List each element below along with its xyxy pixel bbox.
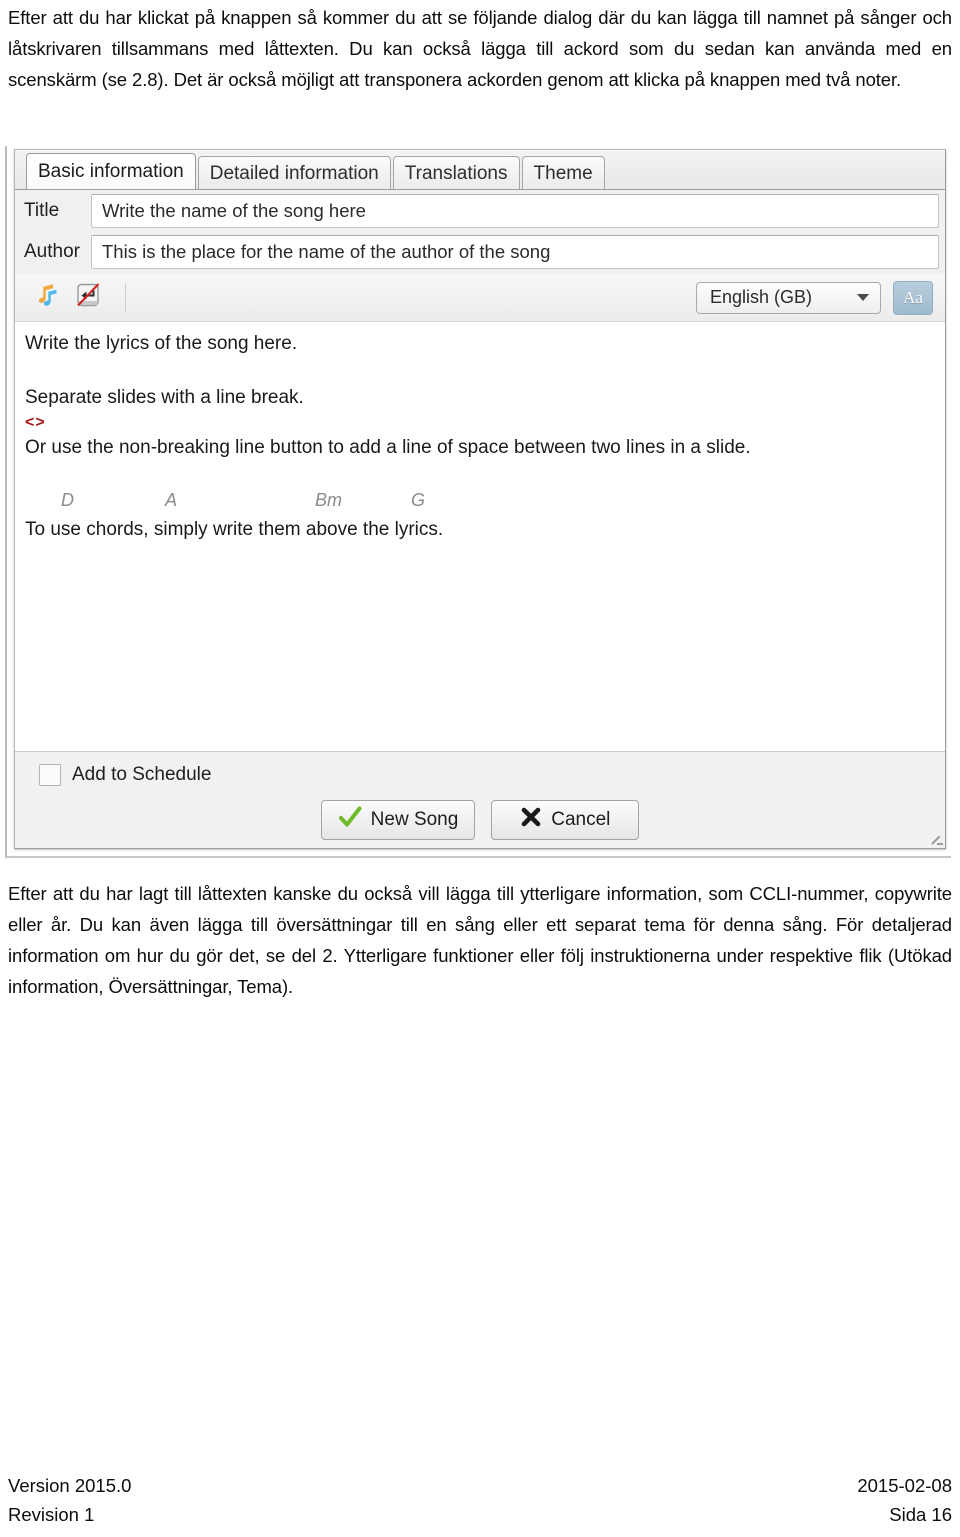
- lyrics-line-4: To use chords, simply write them above t…: [25, 519, 444, 540]
- intro-paragraph: Efter att du har klickat på knappen så k…: [8, 7, 952, 90]
- footer-date: 2015-02-08: [857, 1475, 952, 1496]
- cancel-button[interactable]: Cancel: [491, 800, 640, 840]
- add-to-schedule-row[interactable]: Add to Schedule: [39, 764, 211, 786]
- song-dialog-figure: Basic information Detailed information T…: [5, 146, 951, 858]
- lyrics-line-1: Write the lyrics of the song here.: [25, 333, 298, 354]
- new-song-dialog: Basic information Detailed information T…: [14, 149, 946, 849]
- footer-version: Version 2015.0: [8, 1475, 132, 1496]
- black-cross-icon: [520, 806, 542, 834]
- lyrics-line-3: Or use the non-breaking line button to a…: [25, 437, 751, 458]
- lyrics-toolbar: English (GB) Aa: [15, 274, 945, 322]
- music-notes-icon: [32, 281, 60, 314]
- author-field-row: Author This is the place for the name of…: [15, 233, 945, 271]
- page-footer: Version 2015.0 2015-02-08 Revision 1 Sid…: [8, 1471, 952, 1529]
- title-input[interactable]: Write the name of the song here: [91, 194, 939, 228]
- dialog-footer: Add to Schedule New Song Cancel: [15, 752, 945, 848]
- chord-bm: Bm: [315, 490, 342, 510]
- lyrics-blank-line-2: [25, 462, 935, 488]
- title-field-row: Title Write the name of the song here: [15, 192, 945, 230]
- tab-theme[interactable]: Theme: [521, 156, 605, 189]
- lyrics-blank-line: [25, 358, 935, 384]
- footer-page: Sida 16: [889, 1504, 952, 1525]
- add-to-schedule-checkbox[interactable]: [39, 764, 61, 786]
- add-to-schedule-label: Add to Schedule: [72, 764, 212, 785]
- chord-g: G: [411, 490, 426, 510]
- spellcheck-button[interactable]: Aa: [893, 280, 933, 315]
- language-select[interactable]: English (GB): [696, 281, 881, 314]
- title-label: Title: [24, 200, 60, 221]
- new-song-label: New Song: [370, 809, 459, 830]
- slide-break-marker: <>: [25, 414, 46, 431]
- language-value: English (GB): [710, 287, 813, 307]
- tab-detailed-information[interactable]: Detailed information: [197, 156, 391, 189]
- chord-line: D A Bm G: [25, 488, 935, 516]
- footer-row-revision: Revision 1 Sida 16: [8, 1500, 952, 1529]
- footer-row-version: Version 2015.0 2015-02-08: [8, 1471, 952, 1500]
- non-breaking-line-button[interactable]: [67, 278, 109, 318]
- chord-a: A: [165, 490, 178, 510]
- dialog-tabbar: Basic information Detailed information T…: [15, 150, 945, 190]
- new-song-button[interactable]: New Song: [320, 800, 476, 840]
- non-breaking-line-icon: [73, 280, 103, 315]
- green-check-icon: [338, 805, 362, 835]
- footer-revision: Revision 1: [8, 1504, 95, 1525]
- toolbar-separator: [125, 282, 126, 313]
- author-input[interactable]: This is the place for the name of the au…: [91, 235, 939, 269]
- transpose-button[interactable]: [25, 278, 67, 318]
- cancel-label: Cancel: [551, 809, 611, 830]
- lyrics-editor[interactable]: Write the lyrics of the song here. Separ…: [15, 322, 945, 752]
- dialog-button-row: New Song Cancel: [15, 800, 945, 840]
- author-label: Author: [24, 241, 80, 262]
- chevron-down-icon: [857, 294, 869, 301]
- spellcheck-label: Aa: [903, 287, 923, 307]
- followup-paragraph: Efter att du har lagt till låttexten kan…: [8, 883, 952, 997]
- tab-translations[interactable]: Translations: [392, 156, 520, 189]
- resize-grip[interactable]: [928, 831, 944, 847]
- tab-basic-information[interactable]: Basic information: [26, 153, 196, 189]
- chord-d: D: [61, 490, 74, 510]
- lyrics-line-2: Separate slides with a line break.: [25, 387, 304, 408]
